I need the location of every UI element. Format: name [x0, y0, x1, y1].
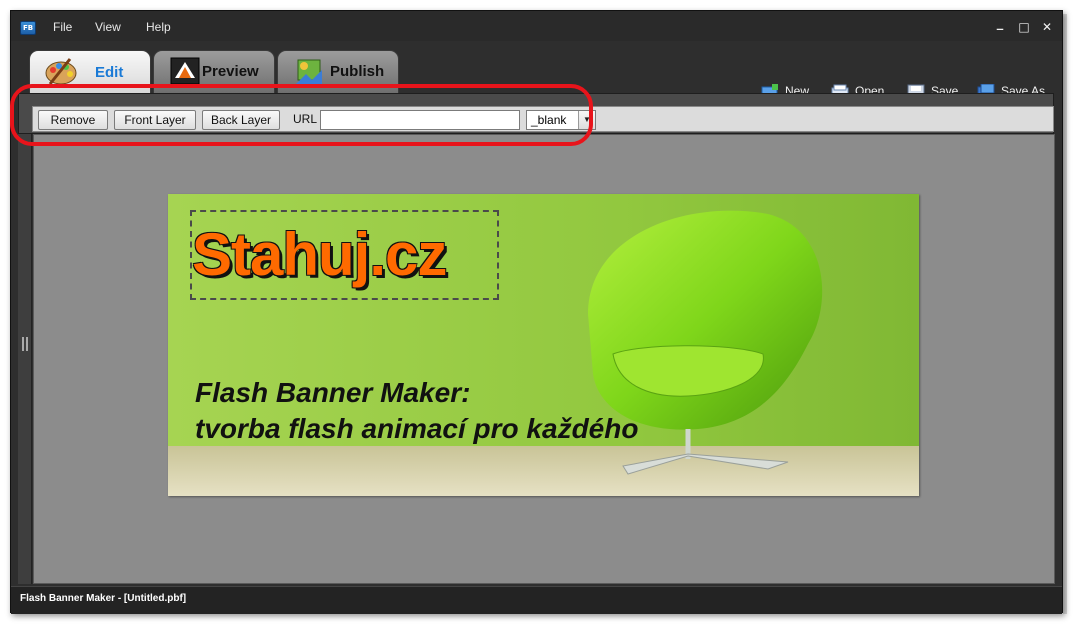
grip-handle-icon[interactable] [22, 337, 28, 351]
status-bar: Flash Banner Maker - [Untitled.pbf] [11, 586, 1062, 614]
logo-text[interactable]: Stahuj.cz [192, 222, 447, 288]
side-panel-collapse[interactable] [18, 134, 32, 584]
headline-line-2: tvorba flash animací pro každého [195, 413, 639, 444]
close-button[interactable]: ✕ [1039, 20, 1055, 34]
banner-headline[interactable]: Flash Banner Maker: tvorba flash animací… [195, 375, 638, 447]
menu-file[interactable]: File [53, 20, 72, 34]
status-text: Flash Banner Maker - [Untitled.pbf] [20, 593, 187, 604]
minimize-button[interactable]: _ [992, 16, 1008, 31]
menu-help[interactable]: Help [146, 20, 171, 34]
annotation-highlight [10, 84, 593, 146]
palette-icon [45, 58, 77, 85]
menu-bar: FB File View Help _ □ ✕ [11, 11, 1062, 41]
publish-icon [296, 59, 322, 84]
tab-preview-label: Preview [202, 63, 259, 80]
maximize-button[interactable]: □ [1016, 20, 1032, 34]
headline-line-1: Flash Banner Maker: [195, 377, 471, 408]
menu-view[interactable]: View [95, 20, 121, 34]
preview-icon [170, 57, 200, 85]
app-icon: FB [20, 21, 36, 35]
tab-edit-label: Edit [95, 64, 124, 81]
tab-publish-label: Publish [330, 63, 385, 80]
